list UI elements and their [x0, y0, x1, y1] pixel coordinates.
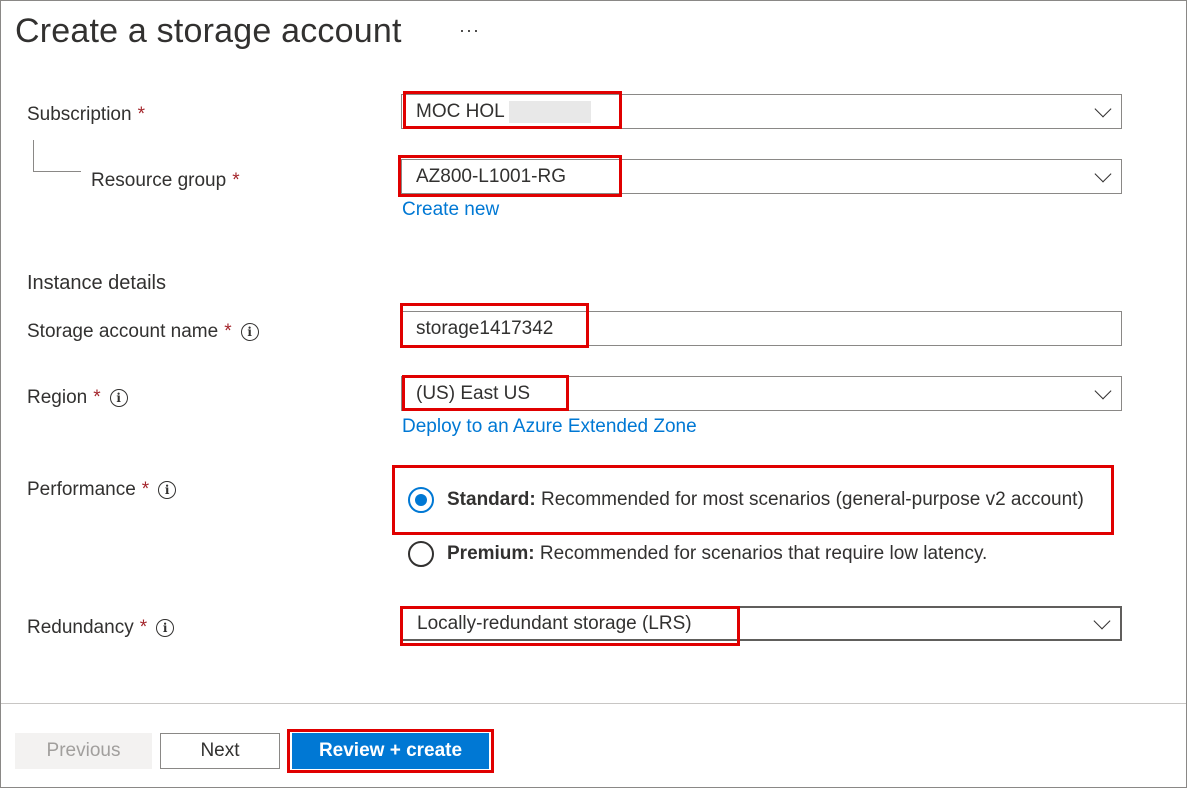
region-dropdown[interactable]: (US) East US: [401, 376, 1122, 411]
redundancy-label-text: Redundancy: [27, 617, 134, 638]
create-new-resource-group-link[interactable]: Create new: [402, 199, 499, 221]
info-icon[interactable]: i: [109, 389, 128, 407]
next-button[interactable]: Next: [160, 733, 280, 769]
resource-group-dropdown[interactable]: AZ800-L1001-RG: [401, 159, 1122, 194]
required-mark: *: [224, 321, 232, 342]
performance-premium-option[interactable]: Premium: Recommended for scenarios that …: [447, 543, 987, 565]
subscription-value: MOC HOL: [416, 100, 505, 122]
required-mark: *: [141, 479, 150, 500]
performance-label: Performance * i: [27, 479, 177, 501]
resource-group-label: Resource group *: [91, 170, 240, 192]
region-label: Region * i: [27, 387, 128, 409]
option-description: Recommended for scenarios that require l…: [534, 543, 988, 564]
subscription-label: Subscription *: [27, 104, 145, 126]
tree-connector: [33, 140, 34, 172]
redundancy-value: Locally-redundant storage (LRS): [417, 612, 692, 634]
required-mark: *: [137, 104, 145, 125]
previous-button[interactable]: Previous: [15, 733, 152, 769]
chevron-down-icon: [1094, 165, 1112, 182]
chevron-down-icon: [1094, 382, 1112, 399]
subscription-label-text: Subscription: [27, 104, 132, 125]
performance-standard-option[interactable]: Standard: Recommended for most scenarios…: [447, 489, 1084, 511]
more-options-icon[interactable]: ···: [459, 20, 480, 41]
footer-divider: [1, 703, 1186, 704]
chevron-down-icon: [1093, 612, 1111, 629]
storage-account-name-label: Storage account name * i: [27, 321, 259, 343]
deploy-extended-zone-link[interactable]: Deploy to an Azure Extended Zone: [402, 416, 697, 438]
required-mark: *: [139, 617, 148, 638]
performance-label-text: Performance: [27, 479, 136, 500]
subscription-dropdown[interactable]: MOC HOL: [401, 94, 1122, 129]
required-mark: *: [232, 170, 240, 191]
info-icon[interactable]: i: [158, 481, 177, 499]
storage-account-name-label-text: Storage account name: [27, 321, 219, 342]
region-value: (US) East US: [416, 382, 531, 404]
instance-details-heading: Instance details: [27, 272, 166, 294]
storage-account-name-input[interactable]: storage1417342: [401, 311, 1122, 346]
review-create-button[interactable]: Review + create: [292, 733, 489, 769]
redundancy-label: Redundancy * i: [27, 617, 175, 639]
tree-connector: [33, 171, 81, 172]
redundancy-dropdown[interactable]: Locally-redundant storage (LRS): [401, 606, 1122, 641]
page-title: Create a storage account: [15, 12, 402, 50]
info-icon[interactable]: i: [156, 619, 175, 637]
storage-account-name-value: storage1417342: [416, 317, 554, 339]
resource-group-label-text: Resource group: [91, 170, 227, 191]
option-name: Standard:: [447, 489, 536, 510]
option-description: Recommended for most scenarios (general-…: [535, 489, 1084, 510]
region-label-text: Region: [27, 387, 88, 408]
option-name: Premium:: [447, 543, 535, 564]
resource-group-value: AZ800-L1001-RG: [416, 165, 566, 187]
performance-premium-radio[interactable]: [408, 541, 434, 567]
chevron-down-icon: [1094, 100, 1112, 117]
redacted-mask: [508, 100, 591, 123]
required-mark: *: [93, 387, 101, 408]
performance-standard-radio[interactable]: [408, 487, 434, 513]
info-icon[interactable]: i: [240, 323, 259, 341]
